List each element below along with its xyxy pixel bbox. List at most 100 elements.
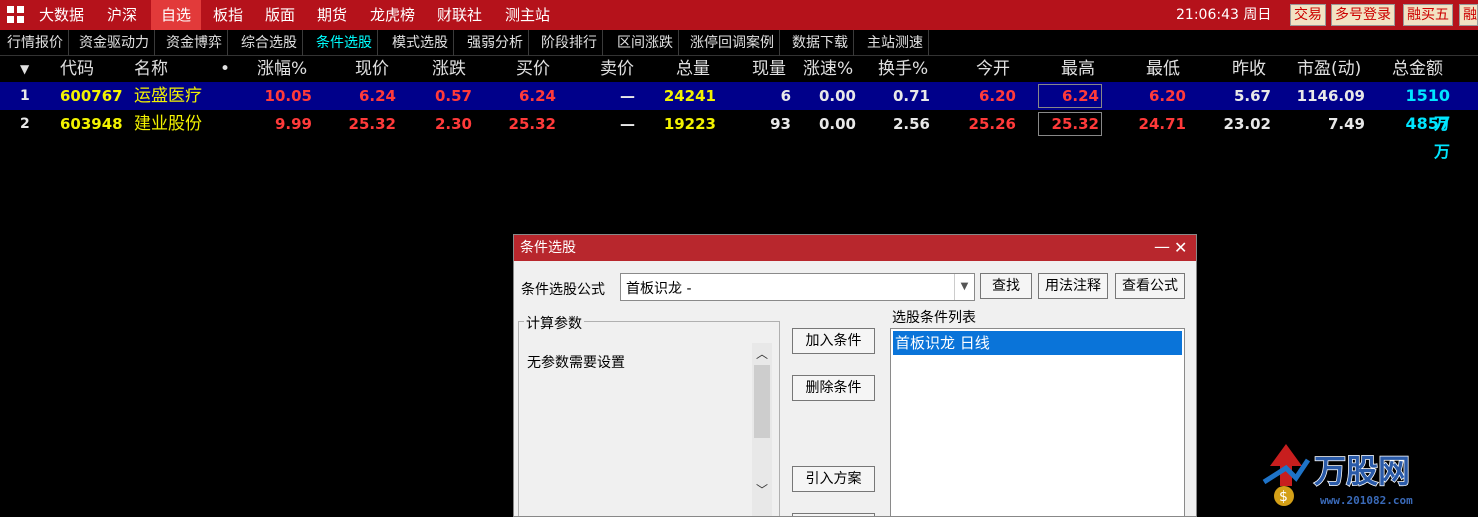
close-icon[interactable]: ✕	[1174, 235, 1187, 261]
column-header-pe[interactable]: 市盈(动)	[1297, 56, 1361, 82]
app-logo-icon[interactable]	[7, 6, 25, 24]
stock-code: 600767	[60, 87, 123, 105]
column-header-ask[interactable]: 卖价	[600, 56, 634, 82]
view-formula-button[interactable]: 查看公式	[1115, 273, 1185, 299]
tab-limit-up-cases[interactable]: 涨停回调案例	[685, 30, 780, 56]
column-header-change-pct[interactable]: 涨幅%	[257, 56, 307, 82]
menu-item-index[interactable]: 板指	[203, 0, 253, 30]
column-header-name[interactable]: 名称	[134, 56, 168, 82]
pe-ratio: 7.49	[1327, 115, 1365, 133]
high-price: 6.24	[1038, 84, 1102, 108]
chevron-up-icon[interactable]: ︿	[752, 345, 772, 362]
usage-notes-button[interactable]: 用法注释	[1038, 273, 1108, 299]
formula-select[interactable]: 首板识龙 - ▼	[620, 273, 975, 301]
tab-fund-game[interactable]: 资金博弈	[161, 30, 228, 56]
column-header-low[interactable]: 最低	[1146, 56, 1180, 82]
dialog-title[interactable]: 条件选股	[514, 235, 1196, 261]
column-header-dot[interactable]: •	[220, 56, 230, 82]
speed: 0.00	[818, 115, 856, 133]
row-index: 1	[20, 88, 30, 104]
table-row[interactable]: 2 603948 建业股份 9.99 25.32 2.30 25.32 — 19…	[0, 110, 1478, 161]
pe-ratio: 1146.09	[1296, 87, 1365, 105]
tab-quotes[interactable]: 行情报价	[2, 30, 69, 56]
condition-list[interactable]: 首板识龙 日线	[890, 328, 1185, 516]
change: 2.30	[434, 115, 472, 133]
svg-text:$: $	[1279, 489, 1288, 505]
find-button[interactable]: 查找	[980, 273, 1032, 299]
change-pct: 9.99	[274, 115, 312, 133]
column-header-price[interactable]: 现价	[355, 56, 389, 82]
sort-menu-icon[interactable]: ▼	[20, 56, 29, 82]
watermark-brand: 万股网	[1314, 452, 1410, 490]
import-scheme-button[interactable]: 引入方案	[792, 466, 875, 492]
total-amount: 4857万	[1405, 114, 1450, 161]
table-row[interactable]: 1 600767 运盛医疗 10.05 6.24 0.57 6.24 — 242…	[0, 82, 1478, 133]
high-price: 25.32	[1038, 112, 1102, 136]
column-header-volume[interactable]: 总量	[676, 56, 710, 82]
params-empty-text: 无参数需要设置	[527, 355, 625, 371]
tab-stage-ranking[interactable]: 阶段排行	[536, 30, 603, 56]
top-menu-bar: 大数据 沪深 自选 板指 版面 期货 龙虎榜 财联社 测主站 21:06:43 …	[0, 0, 1478, 30]
scroll-thumb[interactable]	[754, 365, 770, 438]
tab-condition-pick[interactable]: 条件选股	[311, 30, 378, 56]
bid-price: 6.24	[518, 87, 556, 105]
tab-data-download[interactable]: 数据下载	[787, 30, 854, 56]
params-groupbox	[518, 321, 780, 516]
tab-range-change[interactable]: 区间涨跌	[612, 30, 679, 56]
tab-strength-analysis[interactable]: 强弱分析	[462, 30, 529, 56]
current-volume: 6	[780, 87, 791, 105]
stock-name: 运盛医疗	[134, 86, 202, 106]
low-price: 24.71	[1138, 115, 1186, 133]
menu-item-futures[interactable]: 期货	[307, 0, 357, 30]
menu-item-cailianshe[interactable]: 财联社	[427, 0, 492, 30]
speed: 0.00	[818, 87, 856, 105]
chevron-down-icon[interactable]: ▼	[954, 274, 974, 300]
menu-item-hushen[interactable]: 沪深	[97, 0, 147, 30]
stock-code: 603948	[60, 115, 123, 133]
column-header-bid[interactable]: 买价	[516, 56, 550, 82]
chevron-down-icon[interactable]: ﹀	[752, 481, 772, 498]
column-header-change[interactable]: 涨跌	[432, 56, 466, 82]
tab-comprehensive-pick[interactable]: 综合选股	[236, 30, 303, 56]
margin-buy-button[interactable]: 融买五	[1403, 4, 1453, 26]
margin-more-button[interactable]: 融	[1459, 4, 1478, 26]
delete-condition-button[interactable]: 删除条件	[792, 375, 875, 401]
menu-item-server-test[interactable]: 测主站	[495, 0, 560, 30]
tab-server-speed[interactable]: 主站测速	[862, 30, 929, 56]
column-header-amount[interactable]: 总金额	[1392, 56, 1443, 82]
list-item[interactable]: 首板识龙 日线	[893, 331, 1182, 355]
tab-pattern-pick[interactable]: 模式选股	[387, 30, 454, 56]
minimize-icon[interactable]: —	[1154, 235, 1170, 261]
function-tab-bar: 行情报价 资金驱动力 资金博弈 综合选股 条件选股 模式选股 强弱分析 阶段排行…	[0, 30, 1478, 56]
volume: 24241	[663, 87, 716, 105]
column-header-prev-close[interactable]: 昨收	[1232, 56, 1266, 82]
trade-button[interactable]: 交易	[1290, 4, 1326, 26]
column-header-turnover[interactable]: 换手%	[878, 56, 928, 82]
multi-login-button[interactable]: 多号登录	[1331, 4, 1395, 26]
column-header-code[interactable]: 代码	[60, 56, 94, 82]
ask-price: —	[620, 115, 635, 133]
column-header-open[interactable]: 今开	[976, 56, 1010, 82]
add-condition-button[interactable]: 加入条件	[792, 328, 875, 354]
column-header-high[interactable]: 最高	[1061, 56, 1095, 82]
extra-button[interactable]	[792, 513, 875, 516]
tab-fund-drive[interactable]: 资金驱动力	[74, 30, 155, 56]
change: 0.57	[434, 87, 472, 105]
condition-list-label: 选股条件列表	[892, 310, 976, 326]
formula-label: 条件选股公式	[521, 282, 605, 298]
watermark-logo: $ 万股网 www.201082.com	[1262, 444, 1413, 507]
formula-value: 首板识龙 -	[626, 281, 692, 297]
menu-item-layout[interactable]: 版面	[255, 0, 305, 30]
prev-close: 5.67	[1233, 87, 1271, 105]
menu-item-watchlist[interactable]: 自选	[151, 0, 202, 30]
low-price: 6.20	[1148, 87, 1186, 105]
menu-item-dragon-tiger[interactable]: 龙虎榜	[360, 0, 425, 30]
total-amount: 1510万	[1405, 86, 1450, 133]
condition-picker-dialog: 条件选股 — ✕ 条件选股公式 首板识龙 - ▼ 查找 用法注释 查看公式 计算…	[513, 234, 1197, 517]
watermark-url: www.201082.com	[1320, 494, 1413, 507]
params-scrollbar[interactable]: ︿ ﹀	[752, 343, 772, 516]
menu-item-big-data[interactable]: 大数据	[29, 0, 94, 30]
column-header-speed[interactable]: 涨速%	[803, 56, 853, 82]
volume: 19223	[663, 115, 716, 133]
column-header-current-volume[interactable]: 现量	[752, 56, 786, 82]
